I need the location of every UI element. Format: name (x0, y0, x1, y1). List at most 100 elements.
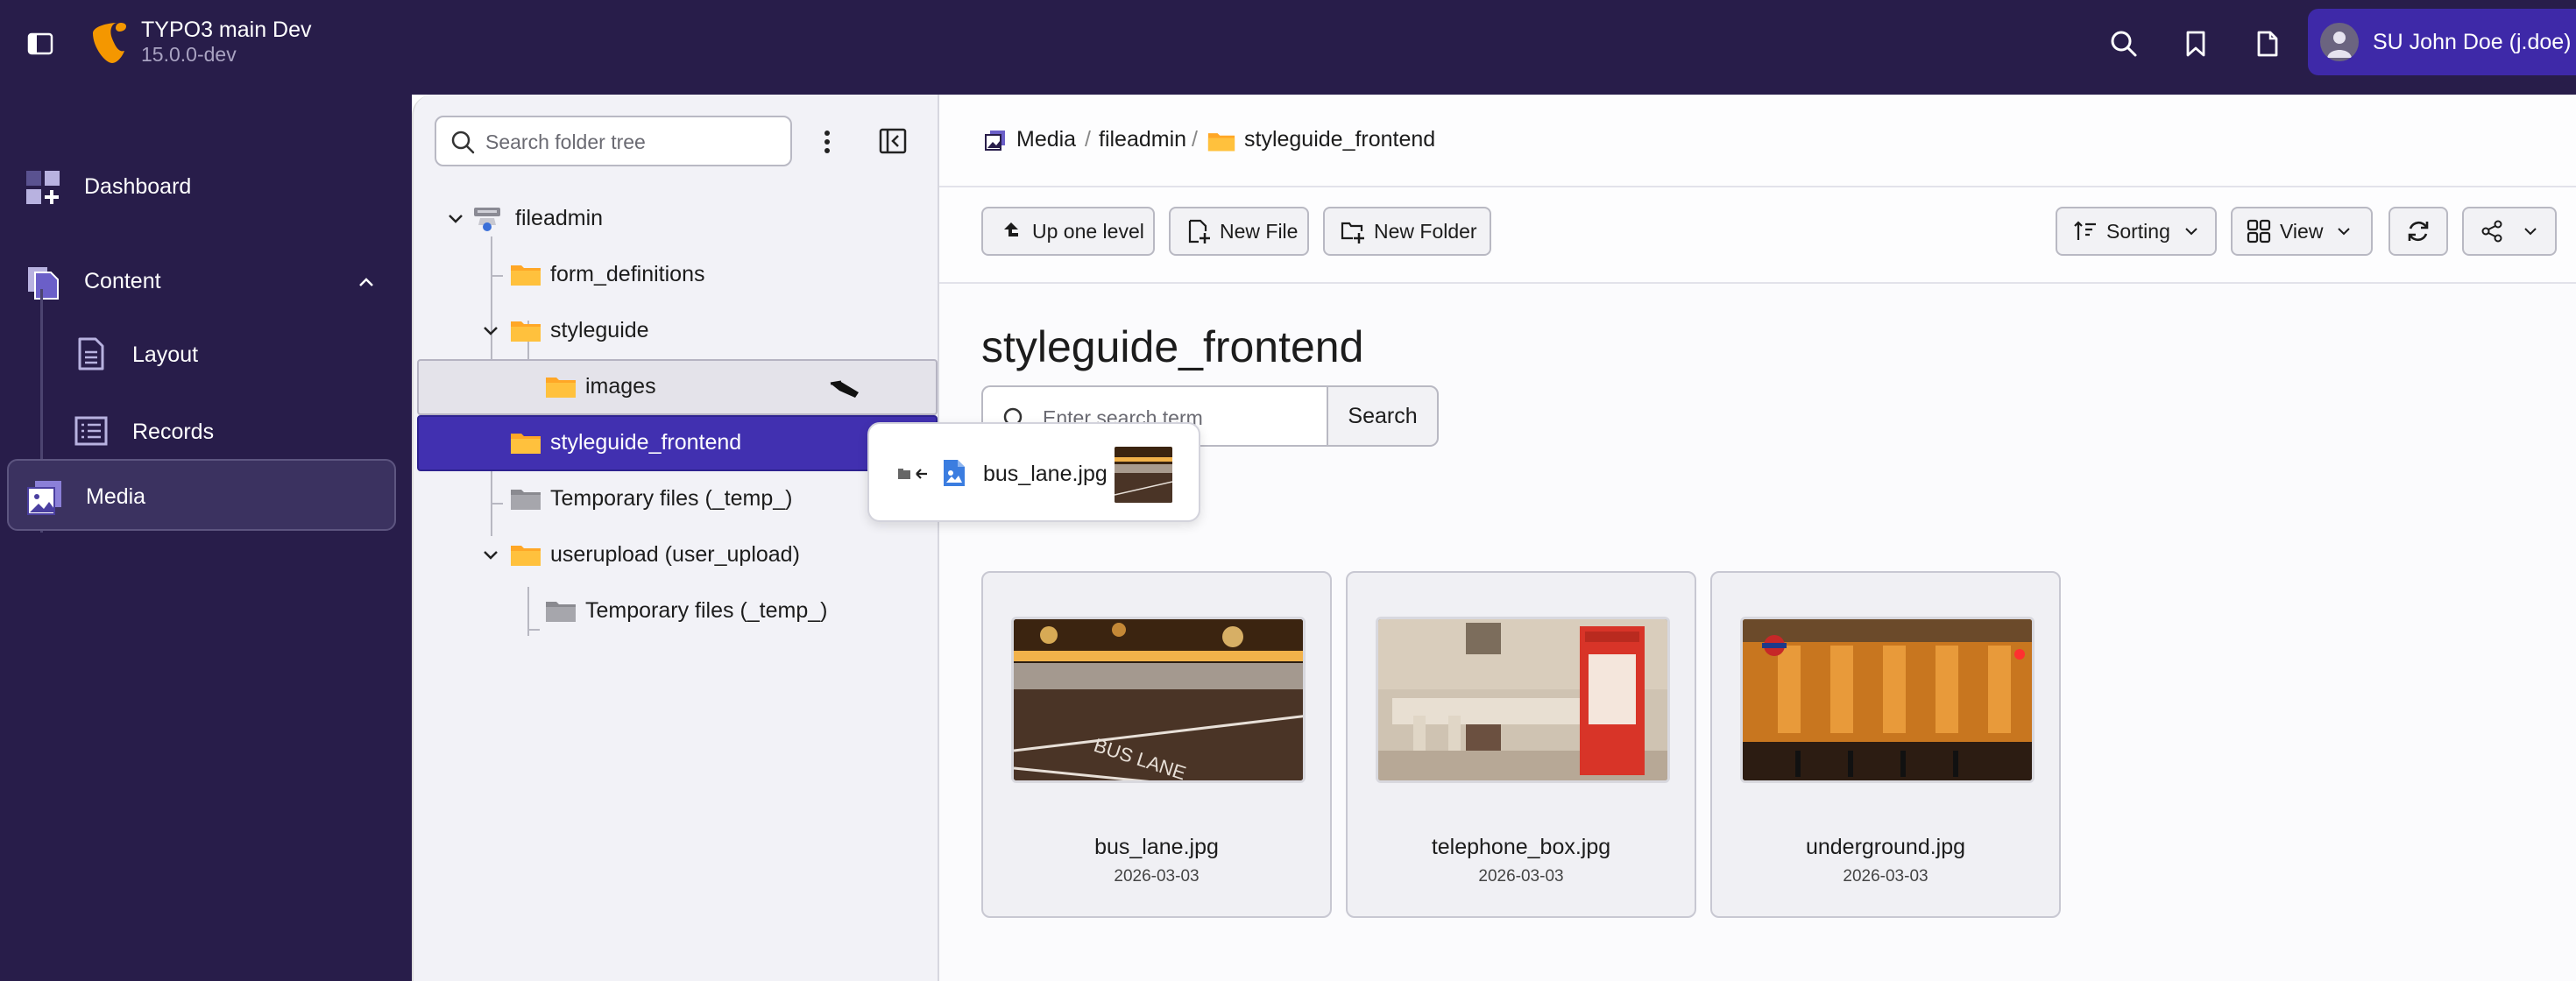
bookmark-icon[interactable] (2176, 25, 2215, 63)
main-content: Media / fileadmin / styleguide_frontend … (939, 95, 2576, 981)
chevron-down-icon[interactable] (480, 320, 501, 341)
folder-icon (1207, 133, 1235, 152)
drag-file-name: bus_lane.jpg (983, 462, 1108, 486)
file-thumbnail[interactable] (1376, 617, 1670, 783)
module-layout[interactable]: Layout (58, 324, 391, 385)
file-date: 2026-03-03 (1843, 867, 1928, 886)
file-date: 2026-03-03 (1114, 867, 1200, 886)
folder-icon (511, 546, 541, 566)
search-button[interactable]: Search (1327, 385, 1439, 447)
breadcrumb-current: styleguide_frontend (1244, 127, 1436, 152)
folder-icon (546, 602, 576, 622)
share-icon (2481, 220, 2502, 243)
tree-node-label: form_definitions (550, 262, 705, 286)
breadcrumb-separator: / (1085, 127, 1091, 152)
tree-node-form-definitions[interactable]: form_definitions (414, 247, 936, 301)
file-card-underground[interactable]: underground.jpg 2026-03-03 (1710, 571, 2061, 918)
content-icon (28, 267, 59, 300)
module-records-label: Records (132, 420, 215, 444)
toolbar: Up one level New File New Folder Sorting… (939, 187, 2576, 284)
tree-search (435, 116, 792, 166)
tree-node-styleguide-frontend[interactable]: styleguide_frontend (414, 415, 936, 469)
user-menu-button[interactable]: SU John Doe (j.doe) (2308, 9, 2576, 75)
breadcrumb: Media / fileadmin / styleguide_frontend (939, 95, 2576, 187)
file-card-bus-lane[interactable]: BUS LANE bus_lane.jpg 2026-03-03 (981, 571, 1332, 918)
folder-icon (511, 265, 541, 286)
file-thumbnail[interactable] (1740, 617, 2035, 783)
document-icon[interactable] (2248, 25, 2287, 63)
search-icon[interactable] (2105, 25, 2143, 63)
dashboard-icon (26, 171, 60, 204)
module-content[interactable]: Content (7, 245, 396, 317)
new-file-icon (1188, 219, 1210, 243)
up-one-level-label: Up one level (1032, 219, 1144, 243)
grid-view-icon (2247, 219, 2271, 243)
tree-node-label: styleguide (550, 318, 649, 342)
module-media[interactable]: Media (7, 459, 396, 531)
new-folder-label: New Folder (1374, 219, 1477, 243)
up-one-level-button[interactable]: Up one level (981, 207, 1155, 256)
sort-icon (2074, 221, 2096, 240)
refresh-icon (2408, 221, 2429, 242)
chevron-up-icon[interactable] (356, 272, 377, 293)
view-label: View (2280, 219, 2324, 243)
collapse-panel-icon[interactable] (878, 126, 908, 156)
chevron-down-icon (2338, 228, 2351, 236)
typo3-logo-icon[interactable] (86, 18, 128, 67)
tree-search-input[interactable] (485, 126, 783, 158)
folder-icon (546, 378, 576, 398)
tree-node-styleguide[interactable]: styleguide (414, 303, 936, 357)
view-dropdown[interactable]: View (2231, 207, 2373, 256)
drag-tooltip: bus_lane.jpg (867, 422, 1200, 522)
refresh-button[interactable] (2388, 207, 2448, 256)
chevron-down-icon (2185, 228, 2197, 236)
user-name: SU John Doe (j.doe) (2373, 30, 2572, 54)
tree-node-temp[interactable]: Temporary files (_temp_) (414, 471, 936, 526)
app-version: 15.0.0-dev (141, 43, 237, 66)
top-bar: TYPO3 main Dev 15.0.0-dev SU John Doe (j… (0, 0, 2576, 95)
share-dropdown[interactable] (2462, 207, 2557, 256)
file-date: 2026-03-03 (1478, 867, 1564, 886)
chevron-down-icon[interactable] (480, 544, 501, 565)
sorting-dropdown[interactable]: Sorting (2056, 207, 2217, 256)
chevron-down-icon (2524, 228, 2537, 236)
media-icon (985, 131, 1005, 151)
drag-cursor-icon (830, 380, 859, 398)
sorting-label: Sorting (2106, 219, 2170, 243)
chevron-down-icon[interactable] (445, 208, 466, 229)
image-file-icon (944, 460, 965, 486)
breadcrumb-fileadmin[interactable]: fileadmin (1099, 126, 1186, 152)
new-folder-button[interactable]: New Folder (1323, 207, 1491, 256)
new-file-label: New File (1220, 219, 1299, 243)
tree-node-label: Temporary files (_temp_) (550, 486, 793, 511)
search-icon (451, 131, 475, 154)
tree-node-userupload[interactable]: userupload (user_upload) (414, 527, 936, 582)
tree-node-label: userupload (user_upload) (550, 542, 800, 567)
tree-node-label: Temporary files (_temp_) (585, 598, 828, 623)
folder-icon (511, 321, 541, 342)
page-title: styleguide_frontend (981, 322, 1364, 371)
breadcrumb-separator: / (1192, 127, 1198, 152)
file-card-telephone-box[interactable]: telephone_box.jpg 2026-03-03 (1346, 571, 1696, 918)
module-content-label: Content (84, 269, 161, 293)
module-records[interactable]: Records (58, 401, 391, 462)
sidebar-toggle-icon[interactable] (25, 28, 56, 60)
more-options-icon[interactable] (813, 124, 841, 159)
new-folder-icon (1341, 222, 1364, 243)
breadcrumb-media[interactable]: Media (1016, 126, 1076, 152)
module-layout-label: Layout (132, 342, 199, 367)
avatar (2320, 23, 2359, 61)
module-dashboard[interactable]: Dashboard (7, 151, 396, 222)
file-thumbnail[interactable]: BUS LANE (1011, 617, 1306, 783)
app-name: TYPO3 main Dev (141, 18, 312, 42)
tree-node-userupload-temp[interactable]: Temporary files (_temp_) (414, 583, 936, 638)
new-file-button[interactable]: New File (1169, 207, 1309, 256)
tree-node-fileadmin[interactable]: fileadmin (414, 191, 936, 245)
file-name: bus_lane.jpg (1094, 835, 1219, 859)
file-name: underground.jpg (1805, 835, 1966, 859)
module-dashboard-label: Dashboard (84, 174, 192, 199)
folder-icon (511, 434, 541, 454)
folder-icon (511, 490, 541, 510)
folder-tree-panel: fileadmin form_definitions styleguide im… (412, 95, 939, 981)
records-icon (74, 416, 108, 446)
